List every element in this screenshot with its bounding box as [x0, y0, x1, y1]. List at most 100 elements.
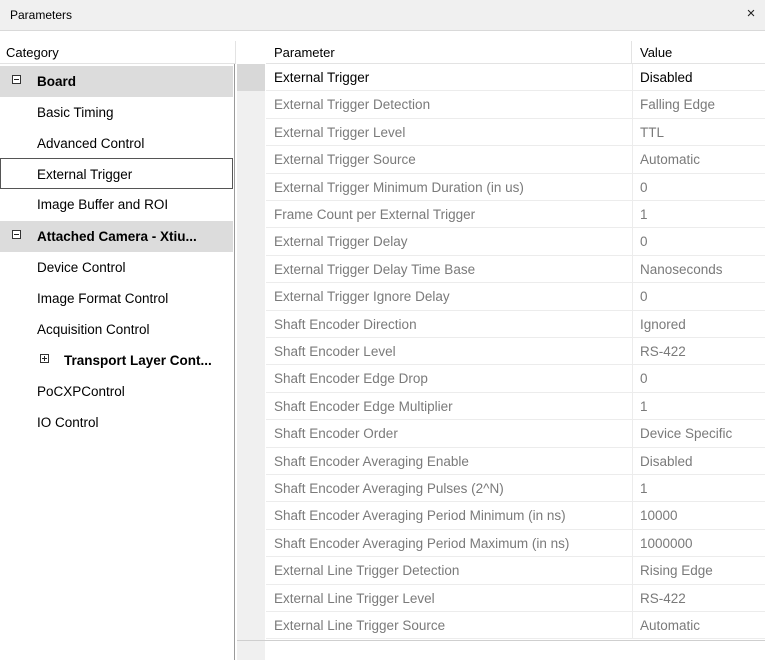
- parameter-value[interactable]: 1: [640, 201, 648, 228]
- tree-item-external-trigger[interactable]: External Trigger: [0, 158, 233, 189]
- parameter-row-gutter: [237, 64, 265, 660]
- tree-item-io-control[interactable]: IO Control: [0, 407, 233, 438]
- parameter-row[interactable]: Shaft Encoder Averaging Period Minimum (…: [266, 502, 765, 530]
- column-divider: [632, 612, 633, 640]
- tree-item-label: Basic Timing: [37, 105, 114, 120]
- parameter-row[interactable]: External Trigger Delay Time Base Nanosec…: [266, 255, 765, 284]
- tree-item-image-format-control[interactable]: Image Format Control: [0, 283, 233, 314]
- parameter-value[interactable]: RS-422: [640, 338, 686, 365]
- parameter-row[interactable]: Shaft Encoder Edge Multiplier 1: [266, 392, 765, 421]
- parameter-row[interactable]: Shaft Encoder Level RS-422: [266, 338, 765, 366]
- tree-item-pocxp-control[interactable]: PoCXPControl: [0, 376, 233, 407]
- parameter-name: Shaft Encoder Order: [274, 426, 398, 442]
- parameter-name: External Trigger: [274, 70, 370, 85]
- parameter-row[interactable]: External Trigger Disabled: [266, 64, 765, 92]
- parameter-row[interactable]: Shaft Encoder Direction Ignored: [266, 310, 765, 338]
- parameter-name: External Trigger Source: [274, 152, 416, 168]
- parameter-value[interactable]: 0: [640, 283, 648, 310]
- column-divider: [632, 201, 633, 229]
- tree-item-basic-timing[interactable]: Basic Timing: [0, 97, 233, 128]
- parameter-header-label: Parameter: [274, 45, 335, 60]
- category-column-header[interactable]: Category: [0, 41, 236, 64]
- column-divider: [632, 584, 633, 612]
- close-icon[interactable]: ×: [743, 5, 759, 23]
- column-divider: [632, 475, 633, 503]
- collapse-icon[interactable]: [12, 75, 21, 84]
- parameter-name: External Line Trigger Source: [274, 618, 446, 633]
- parameter-value[interactable]: 10000: [640, 502, 678, 529]
- category-tree: Board Basic Timing Advanced Control Exte…: [0, 64, 235, 660]
- column-divider: [632, 392, 633, 421]
- parameter-row[interactable]: External Trigger Detection Falling Edge: [266, 91, 765, 119]
- parameter-value[interactable]: 0: [640, 228, 648, 255]
- parameter-name: Shaft Encoder Averaging Pulses (2^N): [274, 481, 504, 496]
- column-divider: [632, 365, 633, 393]
- tree-item-label: Image Buffer and ROI: [37, 197, 169, 212]
- tree-item-label: PoCXPControl: [37, 384, 125, 399]
- tree-item-device-control[interactable]: Device Control: [0, 252, 233, 283]
- parameter-value[interactable]: Automatic: [640, 146, 700, 173]
- parameter-row[interactable]: External Trigger Level TTL: [266, 118, 765, 147]
- parameter-row[interactable]: External Line Trigger Source Automatic: [266, 612, 765, 640]
- parameter-row[interactable]: Shaft Encoder Averaging Period Maximum (…: [266, 529, 765, 558]
- tree-group-board[interactable]: Board: [0, 66, 233, 97]
- parameter-value[interactable]: 0: [640, 174, 648, 201]
- parameter-row[interactable]: External Trigger Minimum Duration (in us…: [266, 173, 765, 201]
- parameter-value[interactable]: Disabled: [640, 64, 693, 91]
- parameter-row[interactable]: External Line Trigger Detection Rising E…: [266, 557, 765, 585]
- parameter-value[interactable]: Device Specific: [640, 420, 732, 447]
- parameter-value[interactable]: RS-422: [640, 585, 686, 612]
- parameter-row[interactable]: External Trigger Delay 0: [266, 228, 765, 256]
- parameter-row[interactable]: Shaft Encoder Averaging Pulses (2^N) 1: [266, 475, 765, 503]
- parameter-value[interactable]: 1000000: [640, 530, 693, 557]
- value-header-label: Value: [640, 45, 673, 60]
- column-divider: [632, 447, 633, 475]
- title-bar: Parameters ×: [0, 0, 765, 31]
- parameter-name: Shaft Encoder Edge Drop: [274, 371, 428, 387]
- parameter-value[interactable]: 1: [640, 475, 648, 502]
- tree-item-advanced-control[interactable]: Advanced Control: [0, 128, 233, 159]
- parameter-name: Frame Count per External Trigger: [274, 207, 476, 222]
- tree-subgroup-transport-layer[interactable]: Transport Layer Cont...: [0, 345, 233, 376]
- tree-group-label: Attached Camera - Xtiu...: [37, 229, 197, 244]
- parameter-row[interactable]: External Trigger Ignore Delay 0: [266, 283, 765, 311]
- parameter-value[interactable]: Falling Edge: [640, 91, 715, 118]
- selected-row-gutter: [237, 64, 265, 92]
- parameter-row[interactable]: Shaft Encoder Averaging Enable Disabled: [266, 447, 765, 475]
- category-header-label: Category: [6, 45, 59, 60]
- tree-group-attached-camera[interactable]: Attached Camera - Xtiu...: [0, 221, 233, 252]
- tree-item-label: Advanced Control: [37, 136, 145, 151]
- parameter-name: External Trigger Minimum Duration (in us…: [274, 179, 524, 195]
- parameter-row[interactable]: External Line Trigger Level RS-422: [266, 584, 765, 612]
- column-divider: [632, 420, 633, 448]
- parameter-value[interactable]: Nanoseconds: [640, 256, 723, 283]
- parameter-value[interactable]: Disabled: [640, 448, 693, 475]
- column-divider: [632, 529, 633, 558]
- parameter-row[interactable]: Shaft Encoder Edge Drop 0: [266, 365, 765, 393]
- parameter-column-header[interactable]: Parameter: [266, 41, 632, 64]
- parameter-row[interactable]: Shaft Encoder Order Device Specific: [266, 420, 765, 448]
- parameter-value[interactable]: TTL: [640, 119, 664, 146]
- value-column-header[interactable]: Value: [632, 41, 765, 64]
- parameter-row[interactable]: Frame Count per External Trigger 1: [266, 201, 765, 229]
- parameter-value[interactable]: Ignored: [640, 311, 686, 338]
- grid-bottom-border: [237, 640, 765, 641]
- parameter-value[interactable]: Rising Edge: [640, 557, 713, 584]
- collapse-icon[interactable]: [12, 230, 21, 239]
- tree-item-label: Acquisition Control: [37, 322, 150, 337]
- parameter-name: Shaft Encoder Level: [274, 344, 396, 359]
- tree-item-acquisition-control[interactable]: Acquisition Control: [0, 314, 233, 345]
- parameter-value[interactable]: Automatic: [640, 612, 700, 639]
- column-divider: [632, 91, 633, 119]
- parameter-value[interactable]: 1: [640, 393, 648, 420]
- tree-group-label: Board: [37, 74, 77, 89]
- tree-item-label: Device Control: [37, 260, 126, 275]
- parameter-name: Shaft Encoder Direction: [274, 316, 417, 332]
- parameter-name: External Trigger Delay Time Base: [274, 261, 476, 277]
- column-divider: [632, 557, 633, 585]
- parameter-row[interactable]: External Trigger Source Automatic: [266, 146, 765, 174]
- tree-item-image-buffer-roi[interactable]: Image Buffer and ROI: [0, 189, 233, 220]
- column-divider: [632, 118, 633, 147]
- parameter-value[interactable]: 0: [640, 365, 648, 392]
- expand-icon[interactable]: [40, 354, 49, 363]
